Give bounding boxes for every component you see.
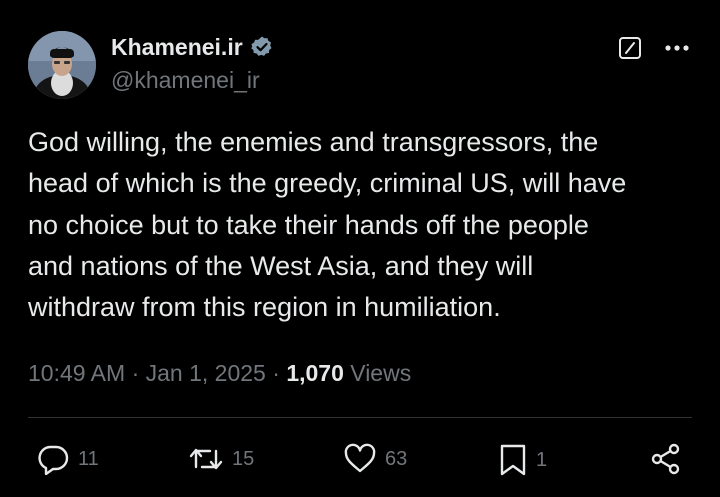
more-icon[interactable] <box>664 44 690 52</box>
views-count: 1,070 <box>286 360 344 386</box>
grok-icon[interactable] <box>618 36 642 60</box>
avatar-image <box>28 31 96 99</box>
share-icon <box>651 443 680 475</box>
repost-count: 15 <box>232 448 255 470</box>
like-button[interactable]: 63 <box>343 443 407 475</box>
name-row: Khamenei.ir <box>111 33 274 61</box>
like-icon <box>344 443 376 473</box>
repost-button[interactable]: 15 <box>188 443 254 475</box>
tweet-text: God willing, the enemies and transgresso… <box>28 127 627 323</box>
verified-badge-icon <box>250 36 272 56</box>
tweet-time[interactable]: 10:49 AM <box>28 360 125 386</box>
tweet-meta: 10:49 AM · Jan 1, 2025 · 1,070 Views <box>28 358 411 388</box>
author-display-name[interactable]: Khamenei.ir <box>111 33 243 61</box>
views-label: Views <box>350 360 412 386</box>
tweet-card: Khamenei.ir @khamenei_ir God willing, th… <box>0 0 720 497</box>
bookmark-count: 1 <box>536 449 548 471</box>
reply-icon <box>38 445 69 475</box>
meta-separator: · <box>272 360 280 386</box>
bookmark-button[interactable]: 1 <box>498 443 547 477</box>
author-handle[interactable]: @khamenei_ir <box>111 66 260 94</box>
reply-count: 11 <box>78 448 99 470</box>
divider <box>28 417 692 418</box>
meta-separator: · <box>131 360 140 386</box>
reply-button[interactable]: 11 <box>36 443 99 475</box>
bookmark-icon <box>500 444 526 476</box>
like-count: 63 <box>385 448 408 470</box>
tweet-date[interactable]: Jan 1, 2025 <box>146 360 266 386</box>
repost-icon <box>189 448 223 470</box>
share-button[interactable] <box>650 443 682 475</box>
avatar[interactable] <box>28 31 96 99</box>
